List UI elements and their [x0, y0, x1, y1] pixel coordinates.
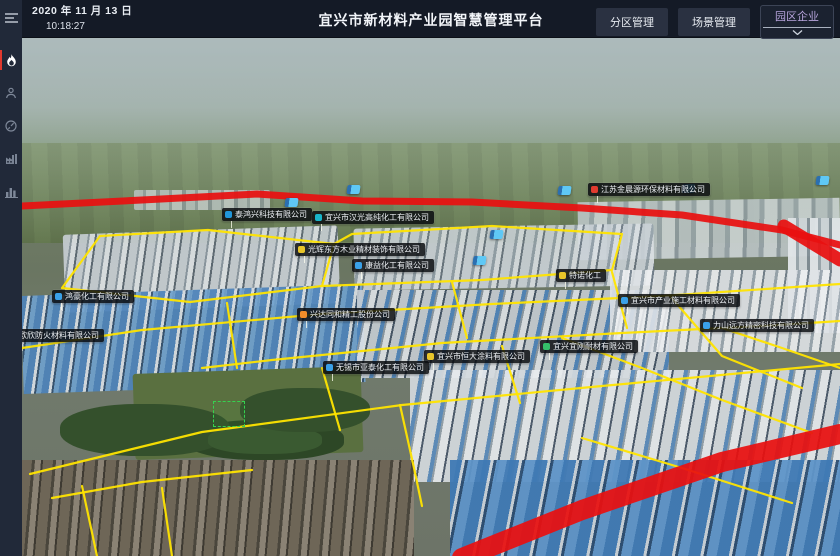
company-label[interactable]: 宜兴市产业施工材料有限公司	[618, 294, 740, 307]
road-outline-yellow	[400, 405, 422, 506]
company-marker-icon	[621, 297, 628, 304]
company-label[interactable]: 泰鸿兴科技有限公司	[222, 208, 312, 221]
company-label[interactable]: 光辉东方木业精材装饰有限公司	[295, 243, 425, 256]
company-label-text: 宜兴市欧欣防火材料有限公司	[22, 331, 99, 340]
company-label-text: 宜兴市产业施工材料有限公司	[631, 296, 735, 305]
top-header: 2020 年 11 月 13 日 10:18:27 宜兴市新材料产业园智慧管理平…	[22, 0, 840, 38]
highway-highlight-red	[462, 434, 840, 556]
gauge-icon	[5, 120, 17, 132]
company-marker-icon	[559, 272, 566, 279]
company-label-text: 兴达同和精工股份公司	[310, 310, 390, 319]
company-label-text: 无锡市亚泰化工有限公司	[336, 363, 424, 372]
vehicle-marker-icon[interactable]	[489, 230, 503, 239]
sidebar-item-statistics[interactable]	[0, 180, 22, 204]
sidebar-item-fire[interactable]	[0, 48, 22, 72]
company-marker-icon	[55, 293, 62, 300]
company-label-text: 鸿豪化工有限公司	[65, 292, 129, 301]
company-marker-icon	[298, 246, 305, 253]
scene-management-button[interactable]: 场景管理	[678, 8, 750, 36]
road-outline-yellow	[162, 488, 172, 556]
flame-icon	[6, 54, 17, 67]
factory-icon	[5, 153, 18, 165]
company-marker-icon	[300, 311, 307, 318]
company-marker-icon	[225, 211, 232, 218]
map-3d-canvas[interactable]: 泰鸿兴科技有限公司 宜兴市汉光高纯化工有限公司光辉东方木业精材装饰有限公司康益化工…	[22, 38, 840, 556]
road-outline-yellow	[82, 486, 97, 556]
sidebar-item-personnel[interactable]	[0, 81, 22, 105]
company-label[interactable]: 江苏金晨源环保材料有限公司	[588, 183, 710, 196]
company-label-text: 宜兴市汉光高纯化工有限公司	[325, 213, 429, 222]
road-outline-yellow	[227, 303, 237, 368]
company-marker-icon	[326, 364, 333, 371]
company-label-text: 康益化工有限公司	[365, 261, 429, 270]
company-marker-icon	[355, 262, 362, 269]
road-outline-yellow	[452, 282, 467, 338]
bar-chart-icon	[5, 186, 18, 198]
sidebar	[0, 0, 22, 556]
dropdown-label: 园区企业	[761, 6, 833, 27]
vehicle-marker-icon[interactable]	[815, 176, 829, 185]
menu-icon	[5, 13, 18, 23]
company-label[interactable]: 鸿豪化工有限公司	[52, 290, 134, 303]
road-outline-yellow	[52, 470, 252, 498]
company-label[interactable]: 康益化工有限公司	[352, 259, 434, 272]
company-label-text: 江苏金晨源环保材料有限公司	[601, 185, 705, 194]
sidebar-item-enterprise[interactable]	[0, 147, 22, 171]
company-label-text: 光辉东方木业精材装饰有限公司	[308, 245, 420, 254]
sidebar-item-menu[interactable]	[0, 6, 22, 30]
chevron-down-icon	[761, 28, 833, 38]
company-label[interactable]: 宜兴市恒大涂料有限公司	[424, 350, 530, 363]
vehicle-marker-icon[interactable]	[557, 186, 571, 195]
company-label[interactable]: 力山远方精密科技有限公司	[700, 319, 814, 332]
vehicle-marker-icon[interactable]	[346, 185, 360, 194]
zone-management-button[interactable]: 分区管理	[596, 8, 668, 36]
company-marker-icon	[703, 322, 710, 329]
company-label[interactable]: 特诺化工	[556, 269, 606, 282]
company-label-text: 特诺化工	[569, 271, 601, 280]
sidebar-item-monitor[interactable]	[0, 114, 22, 138]
selection-box	[213, 401, 245, 427]
company-label-text: 力山远方精密科技有限公司	[713, 321, 809, 330]
vehicle-marker-icon[interactable]	[472, 256, 486, 265]
company-label-text: 宜兴宜刚耐材有限公司	[553, 342, 633, 351]
company-label-text: 泰鸿兴科技有限公司	[235, 210, 307, 219]
user-icon	[5, 87, 17, 99]
company-label[interactable]: 宜兴市欧欣防火材料有限公司	[22, 329, 104, 342]
company-marker-icon	[427, 353, 434, 360]
vehicle-marker-icon[interactable]	[284, 198, 298, 207]
company-marker-icon	[591, 186, 598, 193]
company-label[interactable]: 宜兴市汉光高纯化工有限公司	[312, 211, 434, 224]
company-marker-icon	[315, 214, 322, 221]
company-label[interactable]: 无锡市亚泰化工有限公司	[323, 361, 429, 374]
company-label[interactable]: 兴达同和精工股份公司	[297, 308, 395, 321]
road-outline-yellow	[322, 368, 340, 430]
company-marker-icon	[543, 343, 550, 350]
park-enterprise-dropdown[interactable]: 园区企业	[760, 5, 834, 39]
company-label[interactable]: 宜兴宜刚耐材有限公司	[540, 340, 638, 353]
company-label-text: 宜兴市恒大涂料有限公司	[437, 352, 525, 361]
header-actions: 分区管理 场景管理 园区企业	[596, 5, 834, 39]
